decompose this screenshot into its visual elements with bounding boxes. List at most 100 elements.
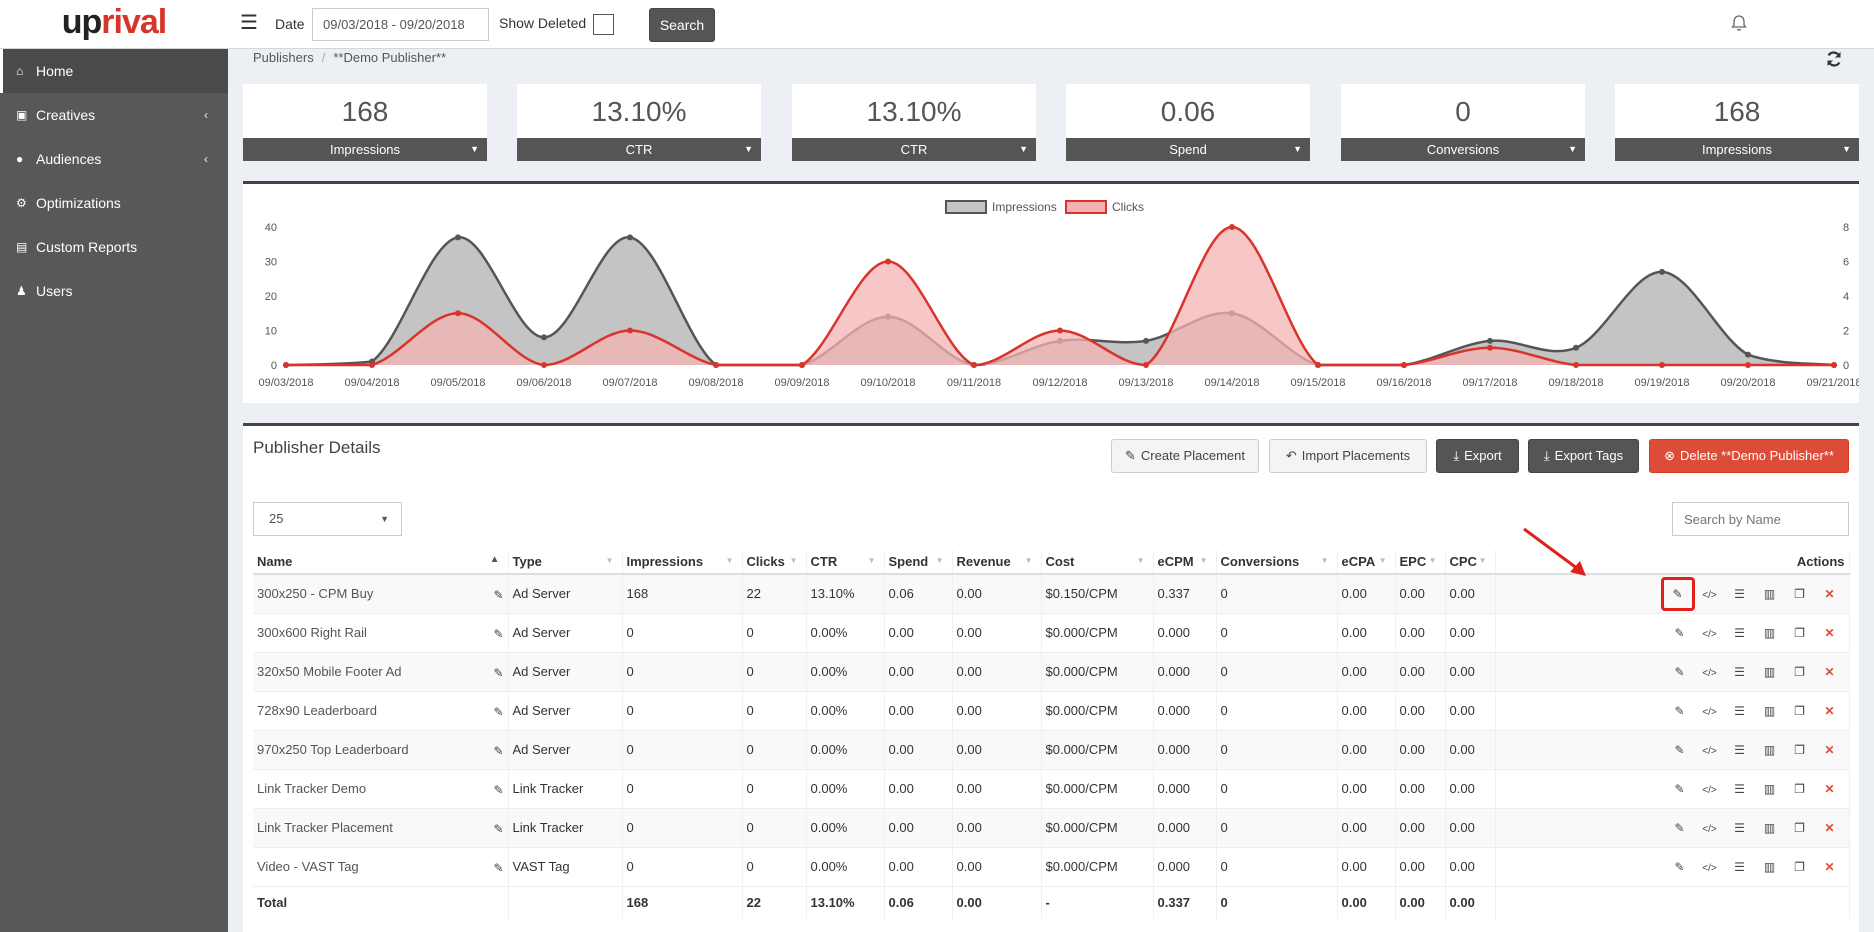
- placement-name-link[interactable]: 320x50 Mobile Footer Ad: [257, 664, 402, 679]
- delete-icon[interactable]: ✕: [1815, 743, 1845, 757]
- stat-metric-dropdown[interactable]: CTR ▼: [792, 138, 1036, 161]
- stat-metric-dropdown[interactable]: CTR ▼: [517, 138, 761, 161]
- delete-icon[interactable]: ✕: [1815, 821, 1845, 835]
- code-icon[interactable]: </>: [1695, 785, 1725, 796]
- stat-metric-dropdown[interactable]: Impressions ▼: [243, 138, 487, 161]
- placement-name-link[interactable]: 300x250 - CPM Buy: [257, 586, 373, 601]
- list-icon[interactable]: ☰: [1725, 704, 1755, 718]
- pencil-icon[interactable]: ✎: [493, 666, 503, 680]
- column-header-clicks[interactable]: Clicks ▼: [742, 550, 807, 575]
- copy-icon[interactable]: ❐: [1785, 743, 1815, 757]
- copy-icon[interactable]: ❐: [1785, 665, 1815, 679]
- stat-metric-dropdown[interactable]: Spend ▼: [1066, 138, 1310, 161]
- show-deleted-checkbox[interactable]: [593, 14, 614, 35]
- delete-publisher-button[interactable]: ⊗ Delete **Demo Publisher**: [1649, 439, 1849, 473]
- delete-icon[interactable]: ✕: [1815, 626, 1845, 640]
- edit-icon[interactable]: ✎: [1665, 704, 1695, 718]
- bar-chart-icon[interactable]: ▥: [1755, 665, 1785, 679]
- code-icon[interactable]: </>: [1695, 629, 1725, 640]
- column-header-spend[interactable]: Spend ▼: [884, 550, 953, 575]
- column-header-cpc[interactable]: CPC ▼: [1445, 550, 1496, 575]
- bar-chart-icon[interactable]: ▥: [1755, 743, 1785, 757]
- create-placement-button[interactable]: ✎ Create Placement: [1111, 439, 1259, 473]
- code-icon[interactable]: </>: [1695, 668, 1725, 679]
- delete-icon[interactable]: ✕: [1815, 704, 1845, 718]
- list-icon[interactable]: ☰: [1725, 782, 1755, 796]
- edit-icon[interactable]: ✎: [1665, 665, 1695, 679]
- copy-icon[interactable]: ❐: [1785, 626, 1815, 640]
- column-header-impressions[interactable]: Impressions ▼: [622, 550, 743, 575]
- sidebar-item-home[interactable]: ⌂ Home: [0, 49, 228, 93]
- delete-icon[interactable]: ✕: [1815, 665, 1845, 679]
- import-placements-button[interactable]: ↶ Import Placements: [1269, 439, 1427, 473]
- column-header-ctr[interactable]: CTR ▼: [806, 550, 885, 575]
- copy-icon[interactable]: ❐: [1785, 860, 1815, 874]
- notifications-bell-icon[interactable]: [1730, 14, 1748, 32]
- list-icon[interactable]: ☰: [1725, 860, 1755, 874]
- search-button[interactable]: Search: [649, 8, 715, 42]
- placement-name-link[interactable]: Link Tracker Demo: [257, 781, 366, 796]
- stat-metric-dropdown[interactable]: Impressions ▼: [1615, 138, 1859, 161]
- sidebar-item-optimizations[interactable]: ⚙ Optimizations: [0, 181, 228, 225]
- delete-icon[interactable]: ✕: [1815, 782, 1845, 796]
- copy-icon[interactable]: ❐: [1785, 704, 1815, 718]
- placement-name-link[interactable]: 300x600 Right Rail: [257, 625, 367, 640]
- sidebar-item-users[interactable]: ♟ Users: [0, 269, 228, 313]
- code-icon[interactable]: </>: [1695, 707, 1725, 718]
- copy-icon[interactable]: ❐: [1785, 821, 1815, 835]
- pencil-icon[interactable]: ✎: [493, 744, 503, 758]
- refresh-icon[interactable]: [1825, 50, 1843, 68]
- stat-metric-dropdown[interactable]: Conversions ▼: [1341, 138, 1585, 161]
- breadcrumb-publishers-link[interactable]: Publishers: [253, 50, 314, 65]
- delete-icon[interactable]: ✕: [1815, 860, 1845, 874]
- page-length-select[interactable]: 25 ▼: [253, 502, 402, 536]
- list-icon[interactable]: ☰: [1725, 665, 1755, 679]
- placement-name-link[interactable]: 728x90 Leaderboard: [257, 703, 377, 718]
- code-icon[interactable]: </>: [1695, 746, 1725, 757]
- date-range-input[interactable]: 09/03/2018 - 09/20/2018: [312, 8, 489, 41]
- search-by-name-input[interactable]: [1672, 502, 1849, 536]
- bar-chart-icon[interactable]: ▥: [1755, 782, 1785, 796]
- column-header-ecpa[interactable]: eCPA ▼: [1337, 550, 1396, 575]
- list-icon[interactable]: ☰: [1725, 626, 1755, 640]
- delete-icon[interactable]: ✕: [1815, 587, 1845, 601]
- copy-icon[interactable]: ❐: [1785, 587, 1815, 601]
- pencil-icon[interactable]: ✎: [493, 627, 503, 641]
- edit-icon[interactable]: ✎: [1665, 782, 1695, 796]
- column-header-revenue[interactable]: Revenue ▼: [952, 550, 1042, 575]
- sidebar-item-custom-reports[interactable]: ▤ Custom Reports: [0, 225, 228, 269]
- placement-name-link[interactable]: Link Tracker Placement: [257, 820, 393, 835]
- pencil-icon[interactable]: ✎: [493, 861, 503, 875]
- edit-icon[interactable]: ✎: [1665, 743, 1695, 757]
- pencil-icon[interactable]: ✎: [493, 783, 503, 797]
- placement-name-link[interactable]: Video - VAST Tag: [257, 859, 359, 874]
- menu-toggle-icon[interactable]: ☰: [240, 13, 258, 35]
- pencil-icon[interactable]: ✎: [493, 822, 503, 836]
- column-header-ecpm[interactable]: eCPM ▼: [1153, 550, 1217, 575]
- sidebar-item-audiences[interactable]: ● Audiences ‹: [0, 137, 228, 181]
- list-icon[interactable]: ☰: [1725, 743, 1755, 757]
- code-icon[interactable]: </>: [1695, 590, 1725, 601]
- export-tags-button[interactable]: ⤓ Export Tags: [1528, 439, 1639, 473]
- code-icon[interactable]: </>: [1695, 863, 1725, 874]
- pencil-icon[interactable]: ✎: [493, 588, 503, 602]
- bar-chart-icon[interactable]: ▥: [1755, 626, 1785, 640]
- column-header-conversions[interactable]: Conversions ▼: [1216, 550, 1338, 575]
- column-header-type[interactable]: Type ▼: [508, 550, 623, 575]
- edit-icon[interactable]: ✎: [1665, 626, 1695, 640]
- list-icon[interactable]: ☰: [1725, 821, 1755, 835]
- bar-chart-icon[interactable]: ▥: [1755, 821, 1785, 835]
- edit-icon[interactable]: ✎: [1660, 576, 1695, 611]
- placement-name-link[interactable]: 970x250 Top Leaderboard: [257, 742, 409, 757]
- pencil-icon[interactable]: ✎: [493, 705, 503, 719]
- app-logo[interactable]: uprival: [0, 0, 228, 49]
- edit-icon[interactable]: ✎: [1665, 860, 1695, 874]
- column-header-name[interactable]: Name ▲: [253, 550, 509, 575]
- bar-chart-icon[interactable]: ▥: [1755, 704, 1785, 718]
- bar-chart-icon[interactable]: ▥: [1755, 587, 1785, 601]
- copy-icon[interactable]: ❐: [1785, 782, 1815, 796]
- export-button[interactable]: ⤓ Export: [1436, 439, 1519, 473]
- code-icon[interactable]: </>: [1695, 824, 1725, 835]
- edit-icon[interactable]: ✎: [1665, 821, 1695, 835]
- sidebar-item-creatives[interactable]: ▣ Creatives ‹: [0, 93, 228, 137]
